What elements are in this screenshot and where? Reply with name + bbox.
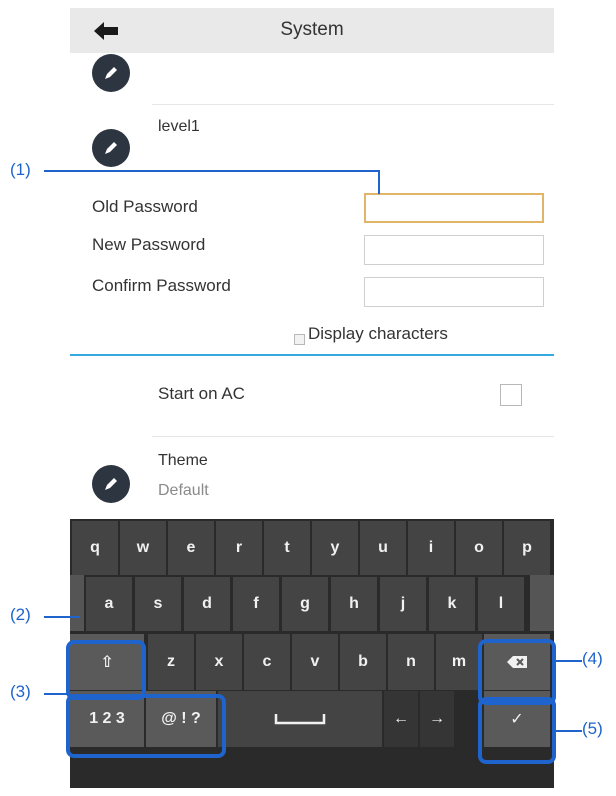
callout-1: (1) [10, 160, 31, 179]
key-l[interactable]: l [478, 577, 524, 631]
callout-1-line [44, 170, 380, 172]
key-b[interactable]: b [340, 634, 386, 690]
key-j[interactable]: j [380, 577, 426, 631]
space-key[interactable] [218, 691, 382, 747]
keyboard-left-gutter [70, 575, 84, 631]
key-o[interactable]: o [456, 521, 502, 575]
right-arrow-key[interactable]: → [420, 691, 454, 747]
key-n[interactable]: n [388, 634, 434, 690]
key-z[interactable]: z [148, 634, 194, 690]
callout-5: (5) [582, 719, 603, 738]
confirm-password-label: Confirm Password [92, 276, 231, 295]
key-w[interactable]: w [120, 521, 166, 575]
old-password-field[interactable] [364, 193, 544, 223]
display-characters-label: Display characters [308, 324, 448, 343]
old-password-label: Old Password [92, 197, 198, 216]
callout-5-line [556, 730, 582, 732]
key-i[interactable]: i [408, 521, 454, 575]
highlight-backspace [478, 639, 556, 705]
section-divider [70, 354, 554, 356]
key-r[interactable]: r [216, 521, 262, 575]
key-u[interactable]: u [360, 521, 406, 575]
edit-icon[interactable] [92, 54, 130, 92]
confirm-password-field[interactable] [364, 277, 544, 307]
key-f[interactable]: f [233, 577, 279, 631]
divider [152, 104, 554, 105]
new-password-label: New Password [92, 235, 206, 254]
level1-label: level1 [158, 118, 200, 135]
key-g[interactable]: g [282, 577, 328, 631]
callout-2-line [44, 616, 80, 618]
header-bar: System [70, 8, 554, 53]
key-c[interactable]: c [244, 634, 290, 690]
callout-4-line [556, 660, 582, 662]
start-on-ac-label: Start on AC [158, 384, 245, 403]
start-on-ac-checkbox[interactable] [500, 384, 522, 406]
left-arrow-key[interactable]: ← [384, 691, 418, 747]
edit-icon[interactable] [92, 129, 130, 167]
divider [152, 436, 554, 437]
right-arrow-icon: → [429, 710, 445, 727]
callout-3-line [44, 693, 68, 695]
key-t[interactable]: t [264, 521, 310, 575]
space-icon [274, 714, 326, 725]
theme-label: Theme [158, 452, 208, 469]
keyboard-right-gutter [530, 575, 554, 631]
edit-icon[interactable] [92, 465, 130, 503]
key-a[interactable]: a [86, 577, 132, 631]
key-q[interactable]: q [72, 521, 118, 575]
left-arrow-icon: ← [393, 710, 409, 727]
callout-3: (3) [10, 682, 31, 701]
key-m[interactable]: m [436, 634, 482, 690]
theme-value: Default [158, 482, 209, 499]
callout-4: (4) [582, 649, 603, 668]
key-d[interactable]: d [184, 577, 230, 631]
key-p[interactable]: p [504, 521, 550, 575]
key-h[interactable]: h [331, 577, 377, 631]
page-title: System [280, 19, 344, 40]
highlight-shift [66, 640, 146, 700]
key-v[interactable]: v [292, 634, 338, 690]
key-y[interactable]: y [312, 521, 358, 575]
highlight-numbers-symbols [66, 694, 226, 758]
display-characters-checkbox[interactable] [294, 334, 305, 345]
callout-2: (2) [10, 605, 31, 624]
key-k[interactable]: k [429, 577, 475, 631]
key-x[interactable]: x [196, 634, 242, 690]
key-s[interactable]: s [135, 577, 181, 631]
highlight-confirm [478, 697, 556, 764]
new-password-field[interactable] [364, 235, 544, 265]
key-e[interactable]: e [168, 521, 214, 575]
callout-1-line [378, 170, 380, 194]
